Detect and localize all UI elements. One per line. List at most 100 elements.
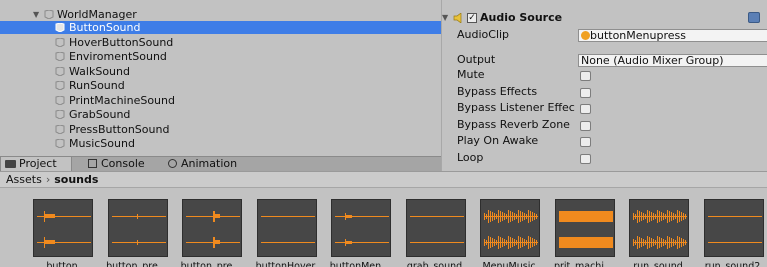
property-checkbox[interactable]: [580, 87, 591, 98]
hierarchy-item[interactable]: ButtonSound: [0, 21, 441, 34]
waveform-segment: [675, 214, 676, 219]
property-checkbox[interactable]: [580, 120, 591, 131]
hierarchy-item[interactable]: PressButtonSound: [0, 123, 441, 136]
waveform-segment: [490, 211, 491, 222]
asset-item[interactable]: MenuMusic: [476, 199, 542, 267]
breadcrumb-assets[interactable]: Assets: [6, 173, 42, 186]
gameobject-icon: [55, 81, 65, 90]
waveform-segment: [526, 214, 527, 219]
expand-arrow-icon[interactable]: ▼: [33, 8, 39, 21]
asset-item[interactable]: button: [29, 199, 95, 267]
audio-clip-icon: [581, 31, 590, 40]
help-book-icon[interactable]: [748, 12, 760, 23]
waveform-segment: [524, 213, 525, 220]
waveform-segment: [645, 214, 646, 219]
waveform-segment: [504, 213, 505, 220]
asset-item[interactable]: button_pre...: [104, 199, 170, 267]
property-row: Bypass Listener Effec: [442, 100, 767, 116]
waveform-segment: [637, 210, 638, 223]
waveform-segment: [661, 238, 662, 247]
gameobject-icon: [55, 110, 65, 119]
waveform-segment: [633, 239, 634, 246]
asset-item[interactable]: buttonMen...: [327, 199, 393, 267]
hierarchy-item[interactable]: EnviromentSound: [0, 50, 441, 63]
waveform-segment: [667, 210, 668, 223]
hierarchy-item[interactable]: WalkSound: [0, 65, 441, 78]
waveform-segment: [500, 237, 501, 248]
waveform-segment: [510, 211, 511, 222]
waveform-icon: [37, 211, 91, 248]
waveform-segment: [486, 214, 487, 219]
waveform-segment: [213, 211, 215, 222]
waveform-segment: [44, 211, 45, 222]
waveform-segment: [506, 240, 507, 245]
waveform-segment: [506, 214, 507, 219]
asset-item[interactable]: run_sound: [625, 199, 691, 267]
asset-label: buttonMen...: [329, 261, 391, 267]
waveform-icon: [335, 213, 389, 246]
waveform-segment: [345, 239, 346, 246]
property-row: Bypass Effects: [442, 84, 767, 100]
audioclip-label: AudioClip: [457, 28, 510, 41]
property-checkbox[interactable]: [580, 71, 591, 81]
property-checkbox[interactable]: [580, 137, 591, 147]
waveform-segment: [111, 242, 166, 243]
hierarchy-item-worldmanager[interactable]: ▼ WorldManager: [0, 8, 441, 21]
audio-thumbnail: [33, 199, 93, 257]
tab-console[interactable]: Console: [84, 157, 149, 172]
waveform-segment: [633, 213, 634, 220]
waveform-segment: [512, 238, 513, 247]
waveform-segment: [651, 212, 652, 221]
waveform-segment: [514, 239, 515, 246]
tab-animation[interactable]: Animation: [164, 157, 241, 172]
asset-label: prit_machi...: [553, 261, 614, 267]
tab-project[interactable]: Project: [0, 157, 72, 172]
waveform-segment: [136, 240, 138, 245]
waveform-segment: [641, 238, 642, 247]
output-field[interactable]: None (Audio Mixer Group): [578, 54, 767, 67]
waveform-segment: [520, 237, 521, 248]
waveform-segment: [518, 210, 519, 223]
asset-label: run_sound: [633, 261, 683, 267]
audio-thumbnail: [331, 199, 391, 257]
waveform-segment: [647, 236, 648, 249]
waveform-segment: [514, 213, 515, 220]
waveform-segment: [45, 214, 55, 218]
waveform-segment: [669, 211, 670, 222]
waveform-segment: [520, 211, 521, 222]
waveform-segment: [681, 238, 682, 247]
waveform-segment: [671, 238, 672, 247]
waveform-segment: [508, 210, 509, 223]
audio-thumbnail: [703, 199, 764, 257]
hierarchy-item[interactable]: MusicSound: [0, 137, 441, 150]
property-row: Mute: [442, 67, 767, 83]
hierarchy-item[interactable]: PrintMachineSound: [0, 94, 441, 107]
property-label: Bypass Reverb Zone: [457, 117, 570, 131]
waveform-segment: [488, 236, 489, 249]
inspector-panel: ▼ ✓ Audio Source AudioClip buttonMenupre…: [441, 0, 767, 171]
hierarchy-label: RunSound: [69, 79, 125, 92]
component-enabled-checkbox[interactable]: ✓: [467, 13, 477, 23]
asset-item[interactable]: button_pre...: [178, 199, 244, 267]
gameobject-icon: [55, 124, 65, 134]
waveform-segment: [657, 210, 658, 223]
waveform-icon: [186, 211, 240, 248]
hierarchy-item[interactable]: GrabSound: [0, 108, 441, 121]
waveform-segment: [260, 242, 315, 243]
tab-label: Console: [101, 157, 145, 170]
audioclip-row: AudioClip buttonMenupress: [442, 27, 767, 43]
property-checkbox[interactable]: [580, 104, 591, 114]
collapse-arrow-icon[interactable]: ▼: [442, 10, 448, 26]
hierarchy-item[interactable]: RunSound: [0, 79, 441, 92]
asset-item[interactable]: prit_machi...: [551, 199, 617, 267]
breadcrumb-current[interactable]: sounds: [54, 173, 98, 186]
asset-item[interactable]: grab_sound: [402, 199, 468, 267]
audioclip-field[interactable]: buttonMenupress: [578, 29, 767, 42]
waveform-segment: [498, 210, 499, 223]
asset-item[interactable]: run_sound2: [700, 199, 766, 267]
audio-thumbnail: [405, 199, 466, 257]
hierarchy-label: PrintMachineSound: [69, 93, 175, 107]
property-checkbox[interactable]: [580, 153, 591, 164]
hierarchy-item[interactable]: HoverButtonSound: [0, 36, 441, 49]
asset-item[interactable]: buttonHover: [253, 199, 319, 267]
